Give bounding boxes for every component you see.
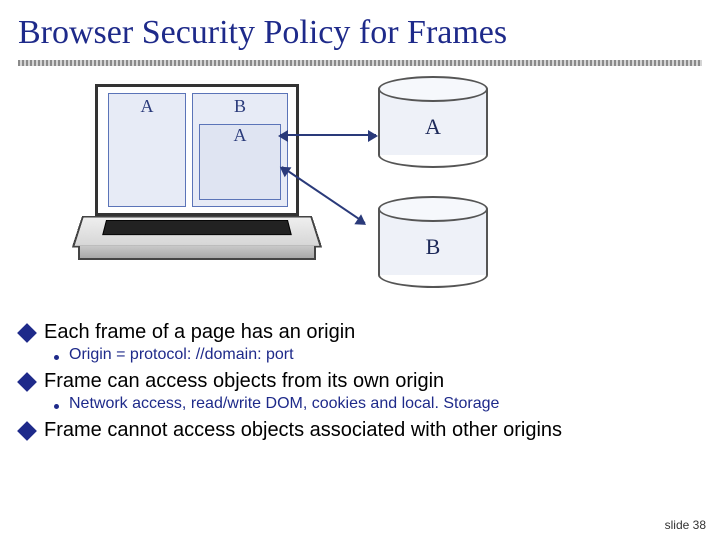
slide-title: Browser Security Policy for Frames xyxy=(0,0,720,58)
bullet-2: Frame can access objects from its own or… xyxy=(18,370,702,393)
bullet-3: Frame cannot access objects associated w… xyxy=(18,419,702,442)
database-b-icon: B xyxy=(378,196,488,288)
laptop-screen: A B A xyxy=(95,84,299,216)
bullet-1: Each frame of a page has an origin xyxy=(18,321,702,344)
bullet-2a-text: Network access, read/write DOM, cookies … xyxy=(69,395,499,413)
bullet-1a-text: Origin = protocol: //domain: port xyxy=(69,346,294,364)
bullet-1a: Origin = protocol: //domain: port xyxy=(48,346,702,364)
bullet-2-text: Frame can access objects from its own or… xyxy=(44,370,444,393)
slide-number: slide 38 xyxy=(665,518,706,532)
frame-b: B A xyxy=(192,93,288,207)
frame-b-inner: A xyxy=(199,124,281,200)
dot-bullet-icon xyxy=(54,355,59,360)
arrow-frame-a-to-db-a xyxy=(280,134,376,136)
database-a-label: A xyxy=(378,114,488,140)
frame-a: A xyxy=(108,93,186,207)
bullet-list: Each frame of a page has an origin Origi… xyxy=(0,311,720,442)
database-a-icon: A xyxy=(378,76,488,168)
laptop-keyboard xyxy=(82,216,312,266)
bullet-2a: Network access, read/write DOM, cookies … xyxy=(48,395,702,413)
dot-bullet-icon xyxy=(54,404,59,409)
diamond-bullet-icon xyxy=(17,323,37,343)
laptop-icon: A B A xyxy=(82,84,312,266)
diamond-bullet-icon xyxy=(17,421,37,441)
database-b-label: B xyxy=(378,234,488,260)
bullet-1-text: Each frame of a page has an origin xyxy=(44,321,355,344)
diagram-area: A B A A B xyxy=(18,66,720,311)
bullet-3-text: Frame cannot access objects associated w… xyxy=(44,419,562,442)
frame-b-label: B xyxy=(234,96,246,116)
diamond-bullet-icon xyxy=(17,372,37,392)
